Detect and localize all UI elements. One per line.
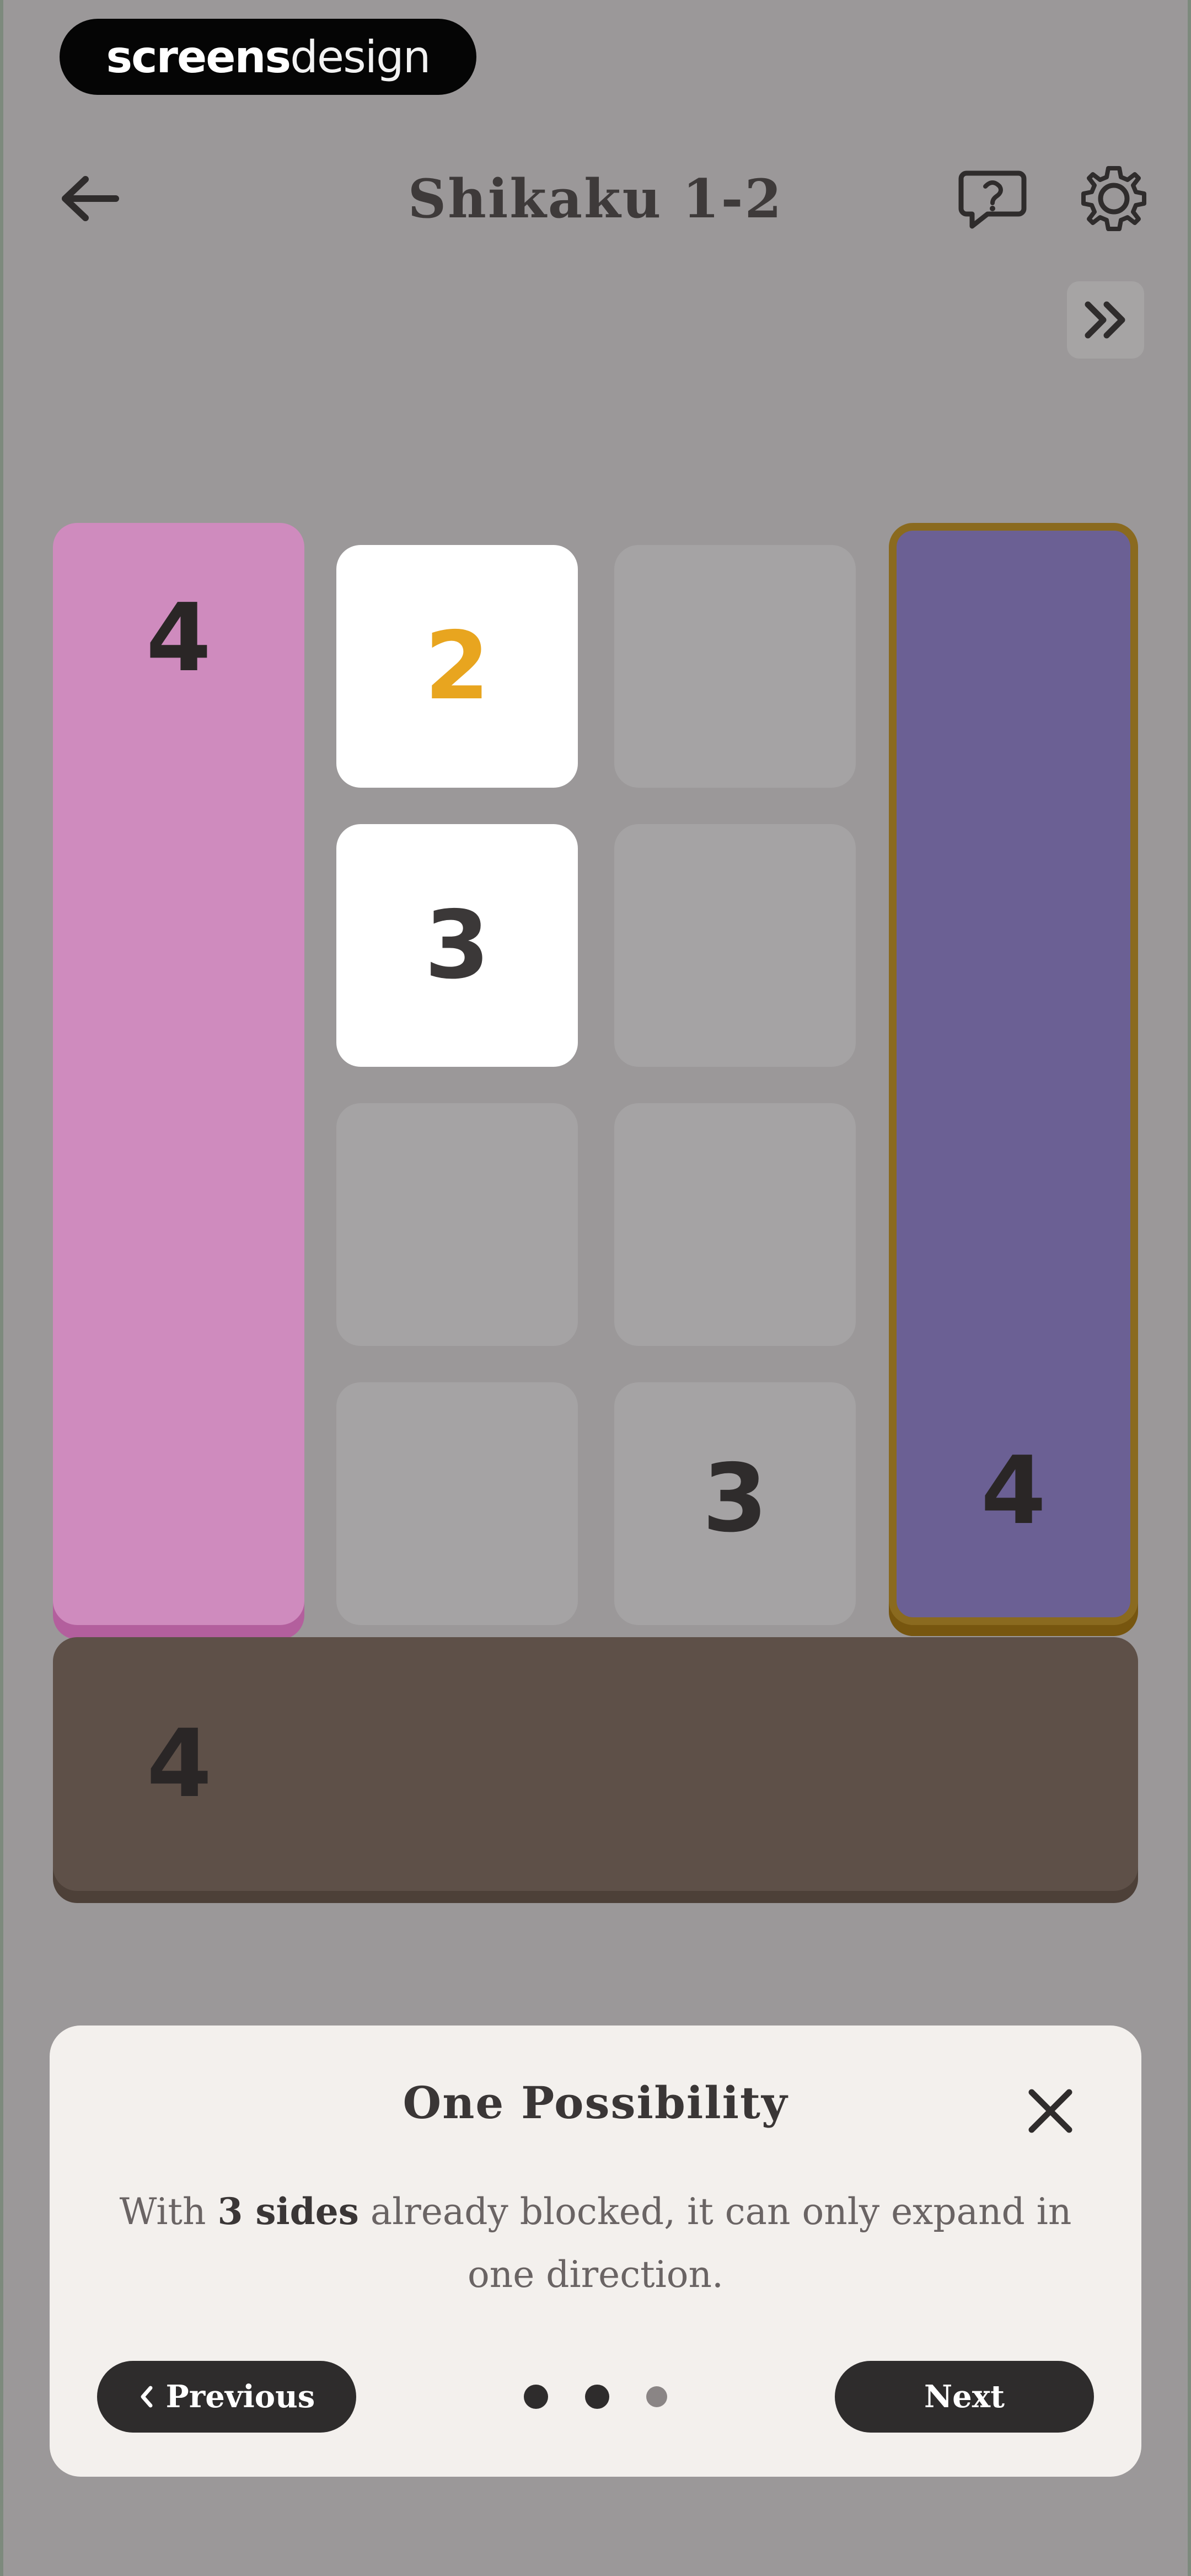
cell-number: 2: [424, 612, 490, 721]
settings-button[interactable]: [1075, 160, 1152, 237]
grid-cell-r4c3[interactable]: 3: [614, 1382, 856, 1625]
previous-button[interactable]: Previous: [97, 2361, 356, 2433]
next-label: Next: [924, 2379, 1005, 2415]
purple-region-number: 4: [980, 1436, 1047, 1546]
cell-number: 3: [702, 1444, 768, 1553]
brown-region-block[interactable]: 4: [53, 1637, 1138, 1891]
chat-question-icon: [958, 170, 1027, 229]
gear-icon: [1081, 166, 1146, 231]
back-button[interactable]: [50, 165, 127, 232]
close-icon: [1028, 2089, 1072, 2133]
grid-cell-r3c2[interactable]: [336, 1103, 578, 1346]
next-button[interactable]: Next: [835, 2361, 1094, 2433]
purple-region-block[interactable]: 4: [889, 523, 1138, 1625]
page-dot-2[interactable]: [585, 2385, 609, 2409]
page-dot-3[interactable]: [646, 2386, 667, 2407]
help-button[interactable]: [954, 160, 1031, 237]
page-title: Shikaku 1-2: [407, 167, 784, 230]
grid-cell-r2c3[interactable]: [614, 824, 856, 1067]
grid-cell-r1c2[interactable]: 2: [336, 545, 578, 788]
tutorial-title: One Possibility: [403, 2077, 788, 2129]
cell-number: 3: [424, 891, 490, 1000]
pink-region-block[interactable]: 4: [53, 523, 304, 1625]
tutorial-body-suffix: already blocked, it can only expand in o…: [358, 2190, 1072, 2296]
pink-region-number: 4: [146, 584, 212, 693]
grid-cell-r2c2[interactable]: 3: [336, 824, 578, 1067]
brand-logo: screens design: [60, 19, 476, 95]
double-chevron-right-icon: [1085, 301, 1125, 339]
page-dot-1[interactable]: [524, 2385, 548, 2409]
brand-part-1: screens: [106, 31, 292, 83]
grid-cell-r1c3[interactable]: [614, 545, 856, 788]
brown-region-number: 4: [147, 1709, 212, 1819]
tutorial-body-bold: 3 sides: [217, 2190, 359, 2233]
arrow-left-icon: [62, 176, 119, 221]
tutorial-body: With 3 sides already blocked, it can onl…: [94, 2180, 1097, 2301]
skip-button[interactable]: [1067, 281, 1144, 359]
grid-cell-r3c3[interactable]: [614, 1103, 856, 1346]
chevron-left-icon: [141, 2386, 153, 2408]
tutorial-panel: One Possibility With 3 sides already blo…: [50, 2025, 1141, 2477]
brand-part-2: design: [290, 31, 431, 83]
pagination-dots: [524, 2383, 667, 2411]
previous-label: Previous: [165, 2379, 315, 2415]
close-button[interactable]: [1015, 2075, 1086, 2147]
grid-cell-r4c2[interactable]: [336, 1382, 578, 1625]
tutorial-body-prefix: With: [119, 2190, 218, 2233]
